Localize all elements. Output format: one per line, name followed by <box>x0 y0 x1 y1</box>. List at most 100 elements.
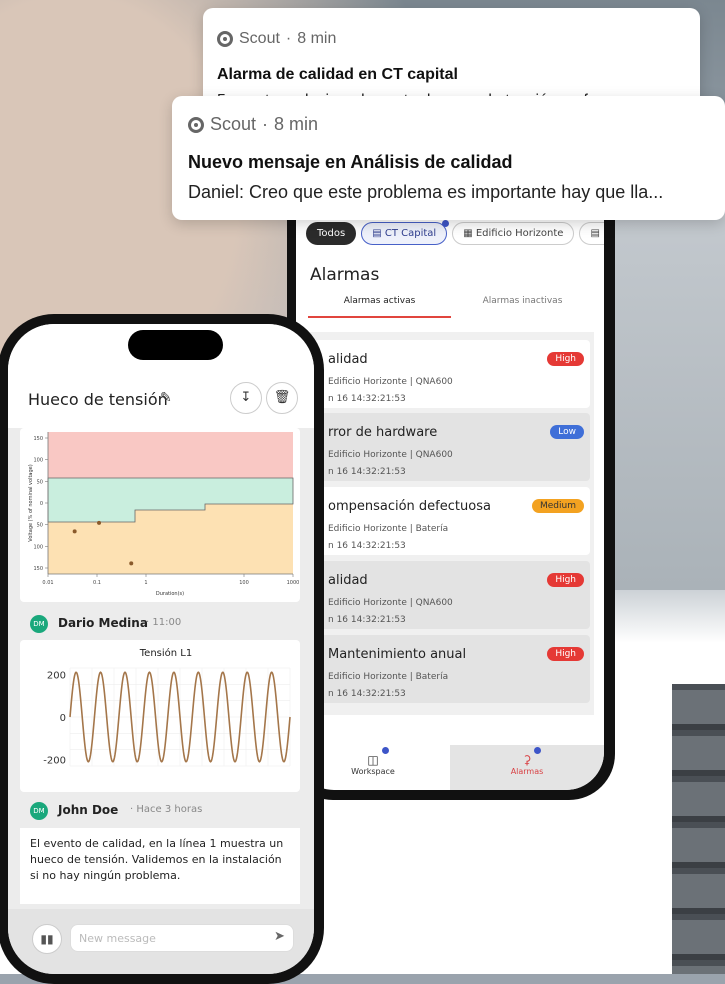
chip-todos[interactable]: Todos <box>306 222 357 245</box>
alarm-date: n 16 14:32:21:53 <box>328 615 406 625</box>
download-button[interactable]: ↧ <box>230 382 262 414</box>
scout-app-icon <box>217 31 233 47</box>
alarm-meta: Edificio Horizonte | Batería <box>328 672 449 682</box>
y-tick-label: 100 <box>33 544 43 550</box>
delete-button[interactable]: 🗑 <box>266 382 298 414</box>
y-tick-label: 150 <box>33 436 43 442</box>
alarms-screen: Todos ▤ CT Capital ▦ Edificio Horizonte … <box>296 190 604 790</box>
unread-dot <box>382 747 389 754</box>
tab-active-alarms[interactable]: Alarmas activas <box>308 296 451 318</box>
x-tick-label: 0.01 <box>42 580 53 586</box>
notification-header: Scout · 8 min <box>217 30 336 48</box>
chat-screen: Hueco de tensión ✎ ↧ 🗑 0.01 0.1 1 100 1000 15… <box>8 324 314 974</box>
alarm-title: alidad <box>328 352 368 367</box>
pencil-icon[interactable]: ✎ <box>160 390 172 406</box>
unread-dot <box>534 747 541 754</box>
chip-edificio-horizonte[interactable]: ▦ Edificio Horizonte <box>452 222 575 245</box>
message-input[interactable]: New message <box>70 924 294 952</box>
separator: · <box>262 114 269 134</box>
notification-time: 8 min <box>297 30 337 47</box>
alarm-meta: Edificio Horizonte | QNA600 <box>328 377 453 387</box>
chip-label: ET <box>603 228 604 239</box>
event-point <box>129 561 134 566</box>
y-axis-label: Voltage (% of nominal voltage) <box>28 464 34 541</box>
chat-icon: ◫ <box>367 753 379 767</box>
app-name: Scout <box>210 114 257 134</box>
y-tick-label: 0 <box>60 713 66 724</box>
tab-inactive-alarms[interactable]: Alarmas inactivas <box>451 296 594 318</box>
audio-button[interactable]: ▮▮ <box>32 924 62 954</box>
x-tick-label: 1 <box>144 580 147 586</box>
chip-label: Edificio Horizonte <box>475 228 564 239</box>
event-point <box>72 529 77 534</box>
alarm-date: n 16 14:32:21:53 <box>328 689 406 699</box>
x-tick-label: 100 <box>239 580 249 586</box>
page-title: Alarmas <box>310 265 380 285</box>
chip-ct-capital[interactable]: ▤ CT Capital <box>361 220 450 245</box>
y-tick-label: -200 <box>43 756 66 767</box>
message-composer: ▮▮ New message ➤ <box>8 909 314 974</box>
nav-label: Alarmas <box>510 767 544 776</box>
nav-label: Workspace <box>351 767 395 776</box>
severity-badge: Medium <box>532 499 584 513</box>
notification-card[interactable]: Scout · 8 min Alarma de calidad en CT ca… <box>203 8 700 106</box>
event-point <box>97 520 102 525</box>
notification-time: 8 min <box>274 114 319 134</box>
severity-badge: Low <box>550 425 584 439</box>
alarm-card[interactable]: alidad High Edificio Horizonte | QNA600 … <box>314 561 590 629</box>
y-tick-label: 0 <box>40 501 43 507</box>
avatar: DM <box>30 615 48 633</box>
severity-badge: High <box>547 573 584 587</box>
x-tick-label: 1000 <box>287 580 300 586</box>
page-title: Hueco de tensión <box>28 390 168 409</box>
bottom-navigation: ◫ Workspace ⚳ Alarmas <box>296 745 604 790</box>
alarm-card[interactable]: ompensación defectuosa Medium Edificio H… <box>314 487 590 555</box>
region-above <box>48 432 293 478</box>
dynamic-island <box>128 330 223 360</box>
chip-label: CT Capital <box>384 228 437 239</box>
severity-badge: High <box>547 352 584 366</box>
chip-et[interactable]: ▤ ET <box>579 222 604 245</box>
alarm-date: n 16 14:32:21:53 <box>328 467 406 477</box>
y-tick-label: 50 <box>37 479 43 485</box>
alarm-card[interactable]: Mantenimiento anual High Edificio Horizo… <box>314 635 590 703</box>
waveform-chart-card: Tensión L1 200 0 -200 <box>20 640 300 792</box>
alarm-meta: Edificio Horizonte | QNA600 <box>328 450 453 460</box>
separator: · <box>285 30 292 47</box>
send-icon[interactable]: ➤ <box>274 929 285 944</box>
alarm-card[interactable]: rror de hardware Low Edificio Horizonte … <box>314 413 590 481</box>
notification-card[interactable]: Scout · 8 min Nuevo mensaje en Análisis … <box>172 96 725 220</box>
notification-body: Daniel: Creo que este problema es import… <box>188 182 664 202</box>
sender-name: John Doe <box>58 803 119 817</box>
bell-icon: ⚳ <box>522 753 532 767</box>
x-tick-label: 0.1 <box>93 580 101 586</box>
sender-name: Dario Medina <box>58 616 148 630</box>
alarm-tabs: Alarmas activas Alarmas inactivas <box>308 296 594 318</box>
alarm-meta: Edificio Horizonte | QNA600 <box>328 598 453 608</box>
notification-title: Nuevo mensaje en Análisis de calidad <box>188 152 513 172</box>
alarm-card[interactable]: alidad High Edificio Horizonte | QNA600 … <box>314 340 590 408</box>
notification-title: Alarma de calidad en CT capital <box>217 66 458 83</box>
alarm-title: ompensación defectuosa <box>328 499 491 514</box>
waveform-icon: ▮▮ <box>40 932 54 946</box>
scout-app-icon <box>188 116 204 133</box>
nav-alarmas[interactable]: ⚳ Alarmas <box>450 745 604 790</box>
alarm-meta: Edificio Horizonte | Batería <box>328 524 449 534</box>
time-value: 11:00 <box>152 617 182 628</box>
chat-phone: Hueco de tensión ✎ ↧ 🗑 0.01 0.1 1 100 1000 15… <box>0 314 324 984</box>
background-electrical-cabinet <box>672 684 725 974</box>
severity-badge: High <box>547 647 584 661</box>
y-tick-label: 100 <box>33 458 43 464</box>
y-tick-label: 150 <box>33 566 43 572</box>
notification-header: Scout · 8 min <box>188 114 318 135</box>
alarm-date: n 16 14:32:21:53 <box>328 394 406 404</box>
alarm-list: alidad High Edificio Horizonte | QNA600 … <box>306 332 594 715</box>
alarm-title: Mantenimiento anual <box>328 647 467 662</box>
alarm-title: rror de hardware <box>328 425 438 440</box>
y-tick-label: 50 <box>37 523 43 529</box>
y-tick-label: 200 <box>47 670 66 681</box>
voltage-tolerance-chart: 0.01 0.1 1 100 1000 150 100 50 0 50 100 150 Duratio… <box>28 432 300 597</box>
alarms-phone: Todos ▤ CT Capital ▦ Edificio Horizonte … <box>287 190 615 800</box>
time-value: Hace 3 horas <box>136 804 203 815</box>
unread-dot <box>442 220 450 227</box>
